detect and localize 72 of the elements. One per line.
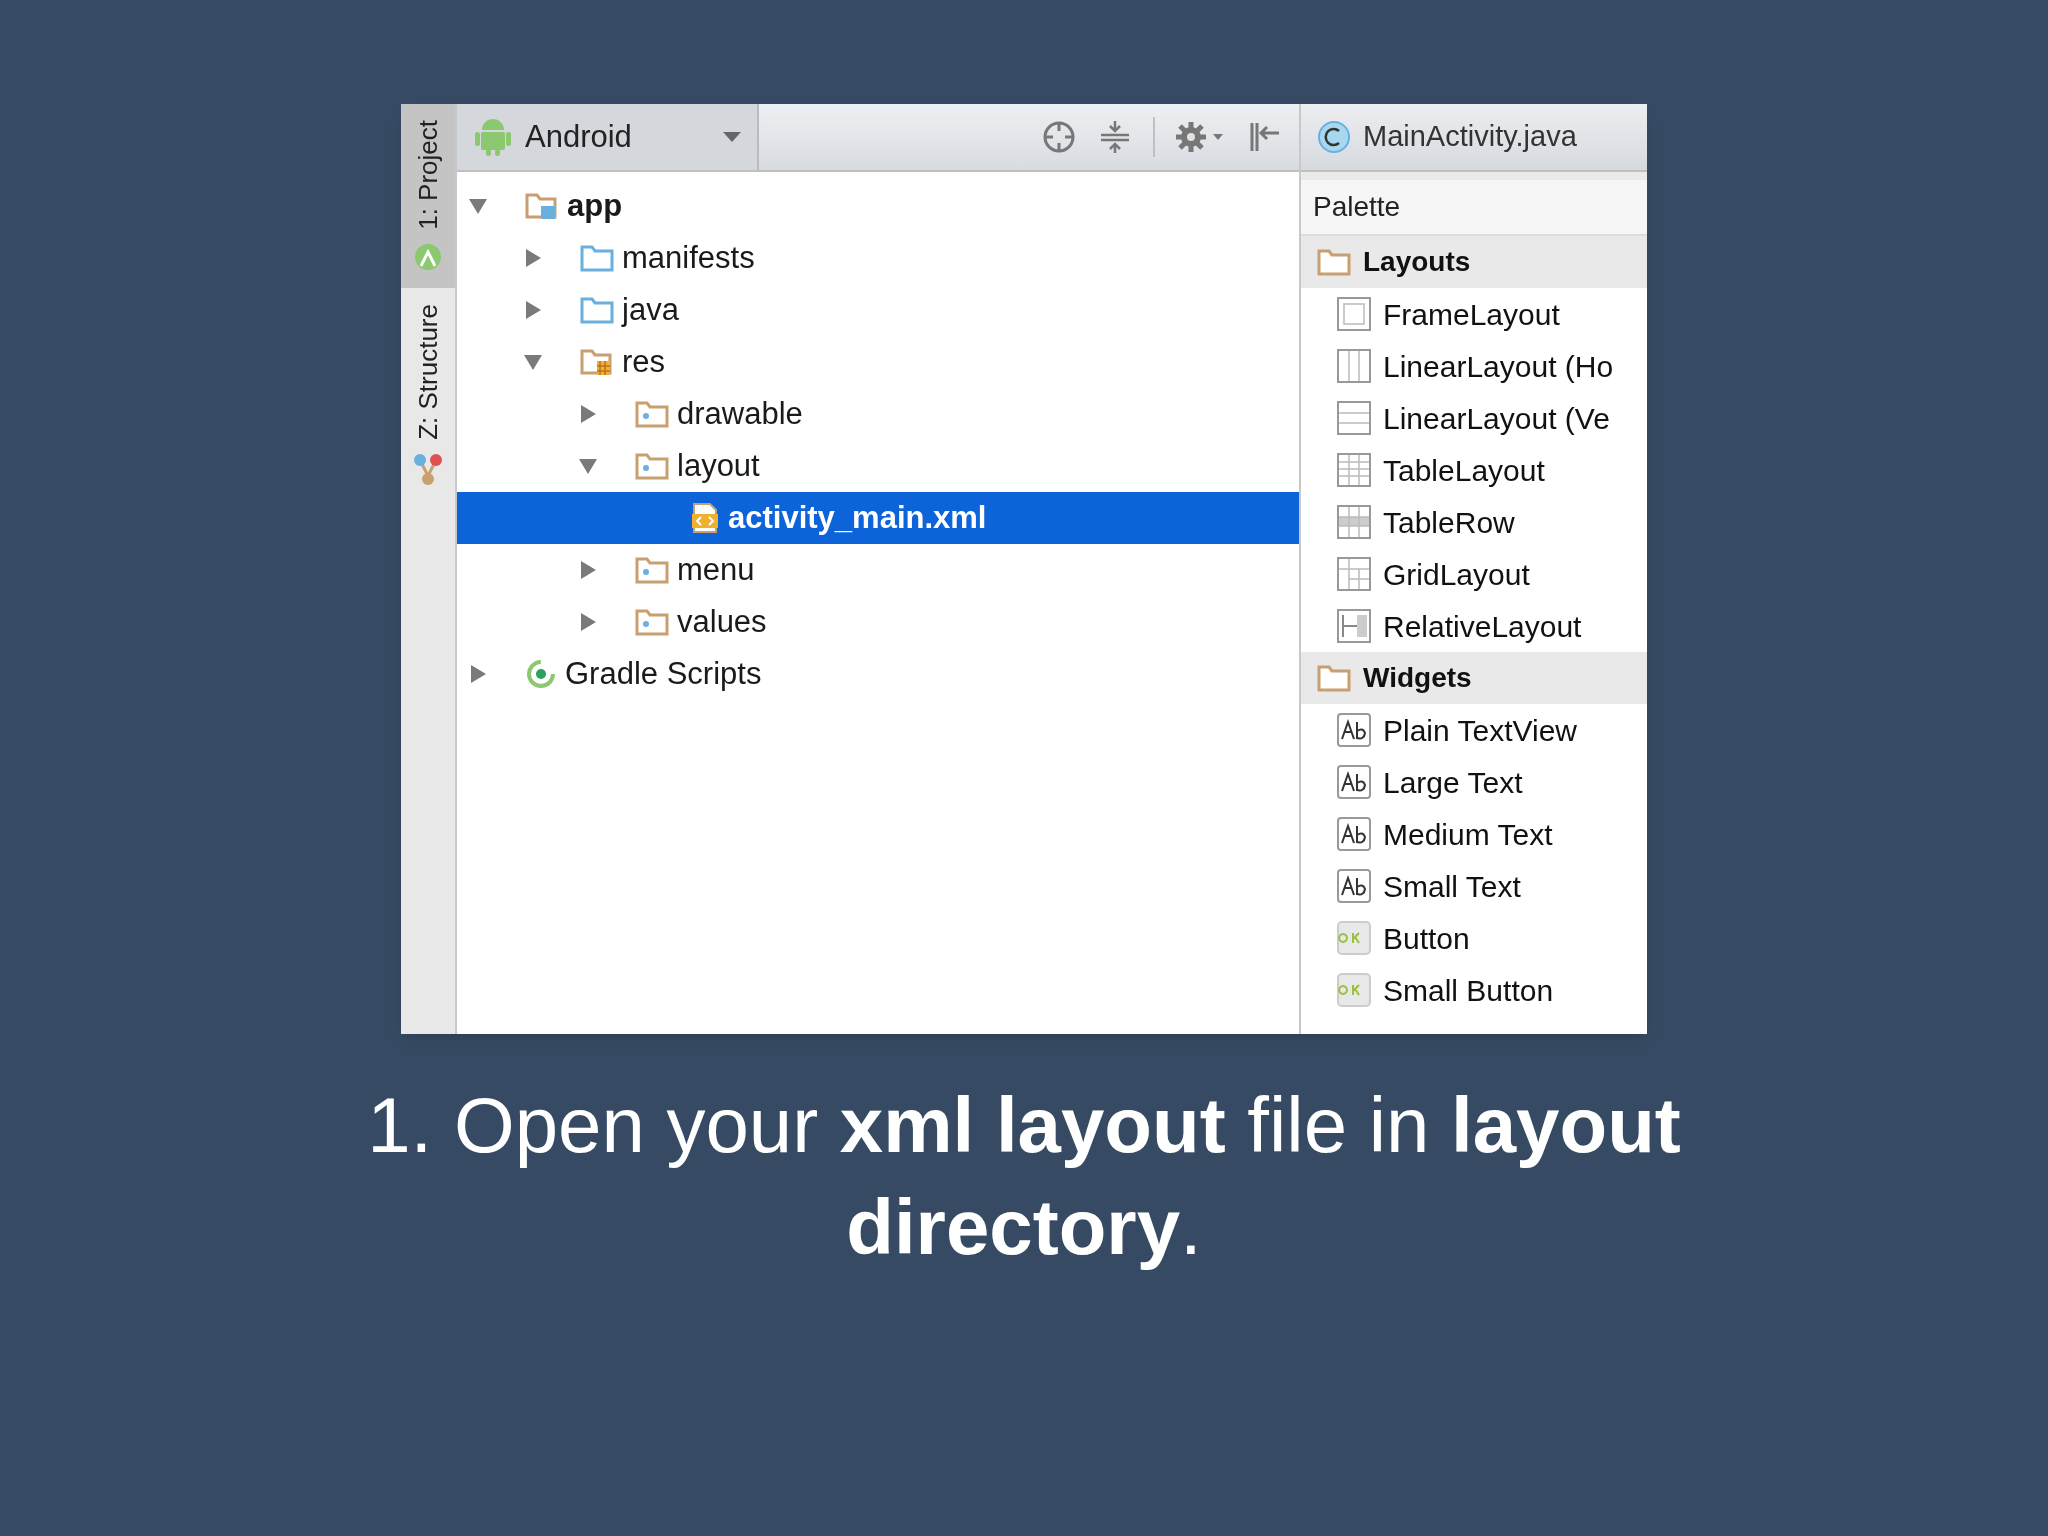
view-selector-dropdown[interactable]: Android bbox=[457, 104, 759, 170]
table-row-icon bbox=[1337, 505, 1371, 539]
frame-layout-icon bbox=[1337, 297, 1371, 331]
text-widget-icon bbox=[1337, 713, 1371, 747]
text-widget-icon bbox=[1337, 817, 1371, 851]
folder-icon bbox=[1317, 664, 1351, 692]
tree-item-label: menu bbox=[677, 550, 755, 589]
relative-layout-icon bbox=[1337, 609, 1371, 643]
button-widget-icon bbox=[1337, 973, 1371, 1007]
class-icon bbox=[1317, 120, 1351, 154]
module-folder-icon bbox=[525, 191, 559, 221]
structure-icon bbox=[413, 451, 443, 486]
palette-group-header[interactable]: Widgets bbox=[1301, 652, 1647, 704]
caption: 1. Open your xml layout file in layout directory. bbox=[366, 1080, 1682, 1273]
palette-item[interactable]: Large Text bbox=[1301, 756, 1647, 808]
tree-item-label: manifests bbox=[622, 238, 755, 277]
tree-item-label: values bbox=[677, 602, 767, 641]
tree-item[interactable]: res bbox=[457, 336, 1299, 388]
button-widget-icon bbox=[1337, 921, 1371, 955]
folder-icon bbox=[635, 399, 669, 429]
tree-item[interactable]: drawable bbox=[457, 388, 1299, 440]
tree-item[interactable]: manifests bbox=[457, 232, 1299, 284]
palette-item[interactable]: LinearLayout (Ve bbox=[1301, 392, 1647, 444]
side-tab[interactable]: Z: Structure bbox=[401, 287, 455, 502]
folder-icon bbox=[1317, 248, 1351, 276]
xml-file-icon bbox=[690, 502, 720, 534]
folder-icon bbox=[635, 555, 669, 585]
palette-item[interactable]: TableLayout bbox=[1301, 444, 1647, 496]
dropdown-caret-icon bbox=[723, 132, 741, 142]
palette-title: Palette bbox=[1301, 172, 1647, 236]
palette-item[interactable]: Button bbox=[1301, 912, 1647, 964]
palette-item[interactable]: RelativeLayout bbox=[1301, 600, 1647, 652]
tree-item[interactable]: app bbox=[457, 180, 1299, 232]
palette-item[interactable]: GridLayout bbox=[1301, 548, 1647, 600]
tree-item-label: app bbox=[567, 186, 623, 225]
folder-icon bbox=[635, 451, 669, 481]
locate-icon[interactable] bbox=[1041, 119, 1077, 155]
tree-item-label: java bbox=[622, 290, 679, 329]
palette-group-header[interactable]: Layouts bbox=[1301, 236, 1647, 288]
tree-item-label: Gradle Scripts bbox=[565, 654, 762, 693]
tree-item[interactable]: menu bbox=[457, 544, 1299, 596]
tree-item-label: activity_main.xml bbox=[728, 498, 987, 537]
grid-icon bbox=[1337, 557, 1371, 591]
palette-item[interactable]: Medium Text bbox=[1301, 808, 1647, 860]
android-icon bbox=[473, 117, 513, 157]
palette-item[interactable]: Small Button bbox=[1301, 964, 1647, 1016]
tree-item-label: res bbox=[622, 342, 666, 381]
folder-icon bbox=[580, 295, 614, 325]
side-tab[interactable]: 1: Project bbox=[401, 104, 455, 288]
tree-item-label: layout bbox=[677, 446, 760, 485]
columns-icon bbox=[1337, 349, 1371, 383]
tree-item-label: drawable bbox=[677, 394, 803, 433]
palette-item[interactable]: Plain TextView bbox=[1301, 704, 1647, 756]
palette-item[interactable]: Small Text bbox=[1301, 860, 1647, 912]
resource-folder-icon bbox=[580, 347, 614, 377]
tree-item[interactable]: Gradle Scripts bbox=[457, 648, 1299, 700]
tree-item[interactable]: layout bbox=[457, 440, 1299, 492]
tree-item[interactable]: activity_main.xml bbox=[457, 492, 1299, 544]
android-head-icon bbox=[413, 241, 443, 272]
rows-icon bbox=[1337, 401, 1371, 435]
palette-item[interactable]: TableRow bbox=[1301, 496, 1647, 548]
folder-icon bbox=[635, 607, 669, 637]
text-widget-icon bbox=[1337, 869, 1371, 903]
editor-tab[interactable]: MainActivity.java bbox=[1317, 115, 1577, 159]
palette-item[interactable]: LinearLayout (Ho bbox=[1301, 340, 1647, 392]
tree-item[interactable]: java bbox=[457, 284, 1299, 336]
palette-item[interactable]: FrameLayout bbox=[1301, 288, 1647, 340]
folder-icon bbox=[580, 243, 614, 273]
tree-item[interactable]: values bbox=[457, 596, 1299, 648]
gradle-icon bbox=[525, 658, 557, 690]
text-widget-icon bbox=[1337, 765, 1371, 799]
table-icon bbox=[1337, 453, 1371, 487]
